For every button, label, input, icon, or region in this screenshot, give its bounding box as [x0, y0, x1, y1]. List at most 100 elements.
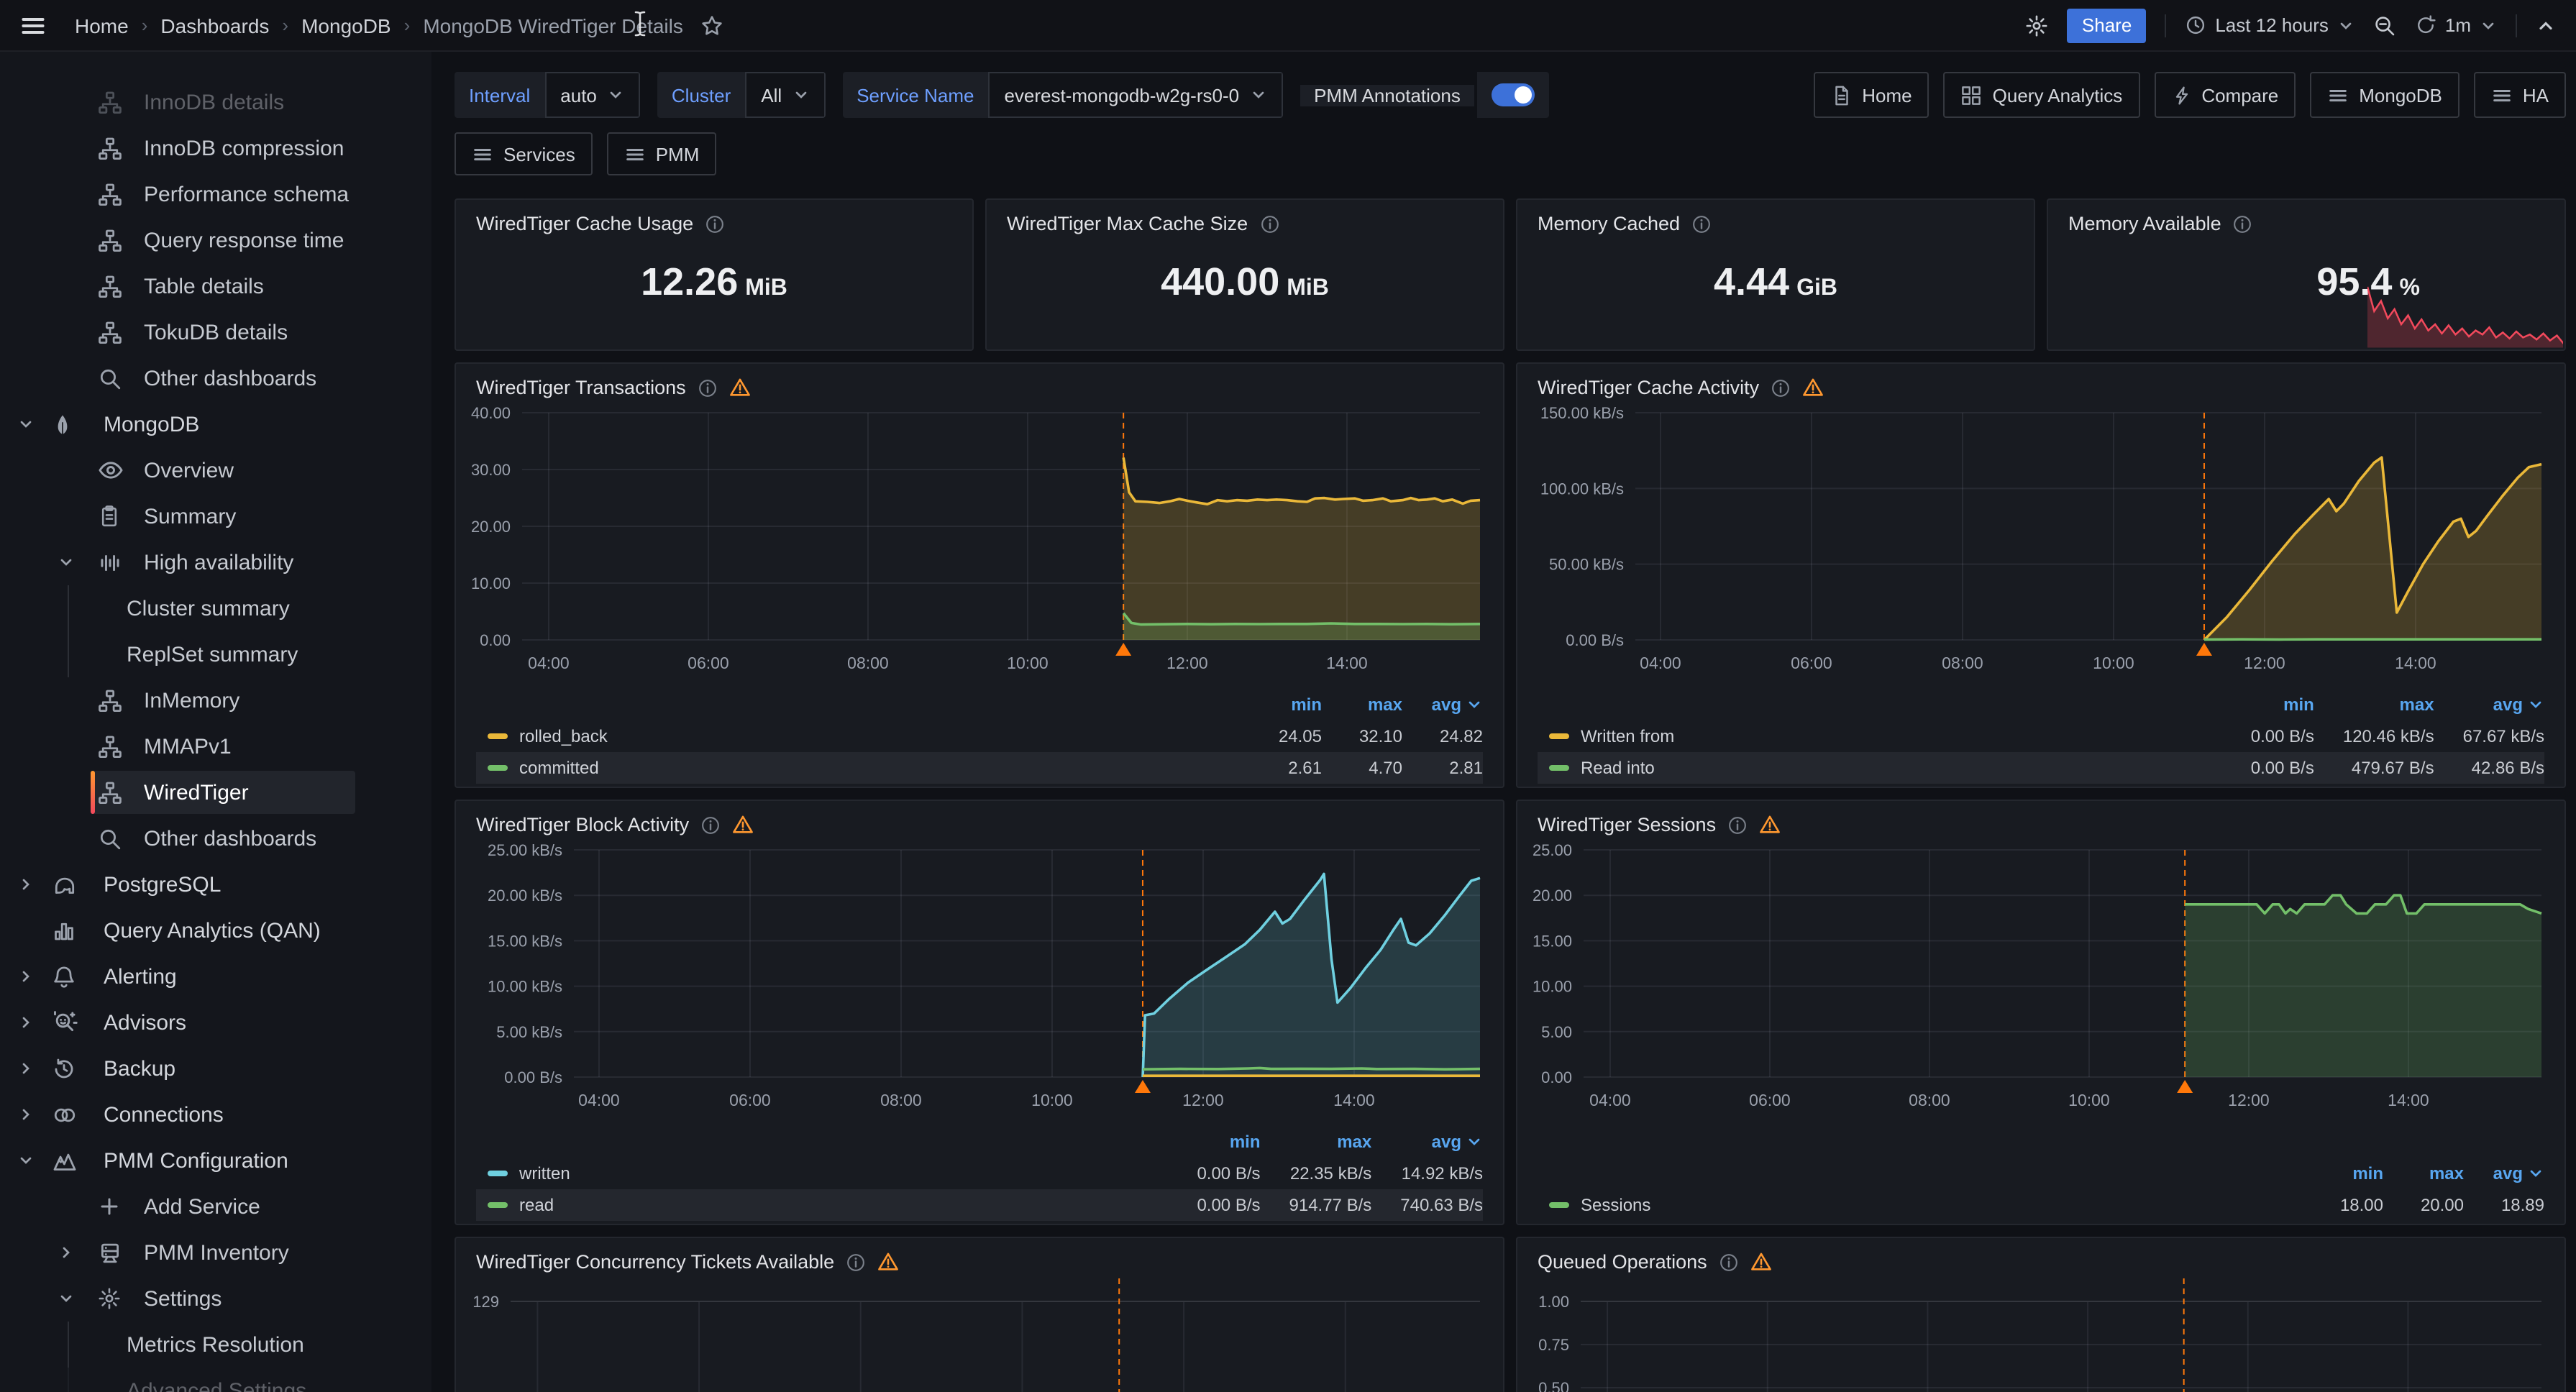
sidebar-item-innodb-details[interactable]: InnoDB details: [0, 79, 431, 125]
panel-title[interactable]: WiredTiger Block Activity: [456, 801, 1503, 838]
sidebar-item-pmm-configuration[interactable]: PMM Configuration: [0, 1137, 431, 1183]
sidebar-item-other-dashboards[interactable]: Other dashboards: [0, 355, 431, 401]
interval-select[interactable]: auto: [544, 72, 640, 118]
chart-canvas[interactable]: 129: [456, 1276, 1503, 1392]
chevron-right-icon[interactable]: [17, 968, 35, 985]
legend-series-read[interactable]: read: [476, 1189, 1168, 1221]
sidebar-item-mmapv1[interactable]: MMAPv1: [0, 723, 431, 769]
zoom-out-icon[interactable]: [2373, 14, 2396, 37]
warning-icon[interactable]: [877, 1251, 899, 1273]
warning-icon[interactable]: [1750, 1251, 1772, 1273]
ha-button[interactable]: HA: [2474, 72, 2566, 118]
sidebar-item-add-service[interactable]: Add Service: [0, 1183, 431, 1230]
info-icon[interactable]: [698, 377, 718, 398]
chevron-down-icon[interactable]: [58, 554, 75, 571]
sidebar-item-inmemory[interactable]: InMemory: [0, 677, 431, 723]
chevron-down-icon[interactable]: [17, 416, 35, 433]
sidebar-item-innodb-compression[interactable]: InnoDB compression: [0, 125, 431, 171]
cluster-select[interactable]: All: [745, 72, 825, 118]
sidebar-item-performance-schema[interactable]: Performance schema: [0, 171, 431, 217]
sidebar-item-query-response-time[interactable]: Query response time: [0, 217, 431, 263]
info-icon[interactable]: [700, 815, 721, 835]
chart-canvas[interactable]: 0.00 B/s5.00 kB/s10.00 kB/s15.00 kB/s20.…: [456, 838, 1503, 1120]
sidebar-item-high-availability[interactable]: High availability: [0, 539, 431, 585]
legend-series-read-into[interactable]: Read into: [1538, 752, 2222, 784]
info-icon[interactable]: [1727, 815, 1748, 835]
chart-canvas[interactable]: 0.0010.0020.0030.0040.0004:0006:0008:001…: [456, 401, 1503, 683]
sidebar-item-alerting[interactable]: Alerting: [0, 953, 431, 999]
info-icon[interactable]: [846, 1252, 866, 1272]
refresh-picker[interactable]: 1m: [2415, 14, 2497, 36]
sidebar-item-postgresql[interactable]: PostgreSQL: [0, 861, 431, 907]
chart-canvas[interactable]: 0.005.0010.0015.0020.0025.0004:0006:0008…: [1517, 838, 2564, 1120]
legend-series-written-from[interactable]: Written from: [1538, 720, 2222, 752]
star-icon[interactable]: [700, 14, 723, 37]
sidebar-item-advanced-settings[interactable]: Advanced Settings: [0, 1368, 431, 1392]
legend-series-rolled-back[interactable]: rolled_back: [476, 720, 1241, 752]
legend-series-sessions[interactable]: Sessions: [1538, 1189, 2303, 1221]
legend-header-max[interactable]: max: [1322, 689, 1402, 720]
legend-header-min[interactable]: min: [2222, 689, 2314, 720]
warning-icon[interactable]: [1802, 377, 1824, 398]
mongodb-button[interactable]: MongoDB: [2310, 72, 2459, 118]
legend-header-min[interactable]: min: [2303, 1158, 2383, 1189]
chevron-right-icon[interactable]: [17, 876, 35, 893]
sidebar-item-settings[interactable]: Settings: [0, 1276, 431, 1322]
legend-header-min[interactable]: min: [1168, 1126, 1260, 1158]
service-name-select[interactable]: everest-mongodb-w2g-rs0-0: [988, 72, 1282, 118]
sidebar-item-connections[interactable]: Connections: [0, 1091, 431, 1137]
query-analytics-button[interactable]: Query Analytics: [1944, 72, 2140, 118]
sidebar-item-replset-summary[interactable]: ReplSet summary: [0, 631, 431, 677]
breadcrumb-item-dashboards[interactable]: Dashboards: [160, 14, 269, 37]
chevron-up-icon[interactable]: [2536, 15, 2556, 35]
sidebar-item-summary[interactable]: Summary: [0, 493, 431, 539]
panel-title[interactable]: WiredTiger Concurrency Tickets Available: [456, 1238, 1503, 1276]
chevron-right-icon[interactable]: [17, 1106, 35, 1123]
chevron-right-icon[interactable]: [17, 1060, 35, 1077]
sidebar-item-other-dashboards[interactable]: Other dashboards: [0, 815, 431, 861]
legend-header-max[interactable]: max: [2314, 689, 2434, 720]
pmm-button[interactable]: PMM: [607, 132, 717, 175]
chevron-down-icon[interactable]: [17, 1152, 35, 1169]
warning-icon[interactable]: [732, 814, 754, 835]
sidebar-item-overview[interactable]: Overview: [0, 447, 431, 493]
sidebar-item-backup[interactable]: Backup: [0, 1045, 431, 1091]
chevron-right-icon[interactable]: [58, 1244, 75, 1261]
dashboard-settings-gear-icon[interactable]: [2026, 14, 2049, 37]
legend-header-avg[interactable]: avg: [1402, 689, 1483, 720]
sidebar-item-advisors[interactable]: Advisors: [0, 999, 431, 1045]
legend-header-max[interactable]: max: [1261, 1126, 1372, 1158]
breadcrumb-item-mongodb[interactable]: MongoDB: [301, 14, 391, 37]
sidebar-item-table-details[interactable]: Table details: [0, 263, 431, 309]
chevron-down-icon[interactable]: [58, 1290, 75, 1307]
sidebar-item-metrics-resolution[interactable]: Metrics Resolution: [0, 1322, 431, 1368]
info-icon[interactable]: [1771, 377, 1791, 398]
legend-header-avg[interactable]: avg: [2434, 689, 2544, 720]
compare-button[interactable]: Compare: [2154, 72, 2296, 118]
home-button[interactable]: Home: [1813, 72, 1929, 118]
warning-icon[interactable]: [729, 377, 751, 398]
panel-title[interactable]: WiredTiger Transactions: [456, 364, 1503, 401]
panel-title[interactable]: WiredTiger Cache Activity: [1517, 364, 2564, 401]
sidebar-item-query-analytics-qan[interactable]: Query Analytics (QAN): [0, 907, 431, 953]
panel-title[interactable]: WiredTiger Sessions: [1517, 801, 2564, 838]
info-icon[interactable]: [1719, 1252, 1739, 1272]
share-button[interactable]: Share: [2068, 8, 2146, 42]
legend-header-avg[interactable]: avg: [1371, 1126, 1483, 1158]
sidebar-item-cluster-summary[interactable]: Cluster summary: [0, 585, 431, 631]
sidebar-item-tokudb-details[interactable]: TokuDB details: [0, 309, 431, 355]
chart-canvas[interactable]: 0.00 B/s50.00 kB/s100.00 kB/s150.00 kB/s…: [1517, 401, 2564, 683]
legend-series-written[interactable]: written: [476, 1158, 1168, 1189]
menu-icon[interactable]: [20, 12, 46, 38]
chevron-right-icon[interactable]: [17, 1014, 35, 1031]
legend-header-max[interactable]: max: [2383, 1158, 2464, 1189]
services-button[interactable]: Services: [455, 132, 593, 175]
legend-header-min[interactable]: min: [1241, 689, 1322, 720]
time-range-picker[interactable]: Last 12 hours: [2185, 14, 2355, 36]
legend-header-avg[interactable]: avg: [2464, 1158, 2544, 1189]
chart-canvas[interactable]: 1.000.750.50: [1517, 1276, 2564, 1392]
legend-series-committed[interactable]: committed: [476, 752, 1241, 784]
pmm-annotations-toggle[interactable]: [1492, 83, 1535, 106]
sidebar-item-mongodb[interactable]: MongoDB: [0, 401, 431, 447]
panel-title[interactable]: Queued Operations: [1517, 1238, 2564, 1276]
